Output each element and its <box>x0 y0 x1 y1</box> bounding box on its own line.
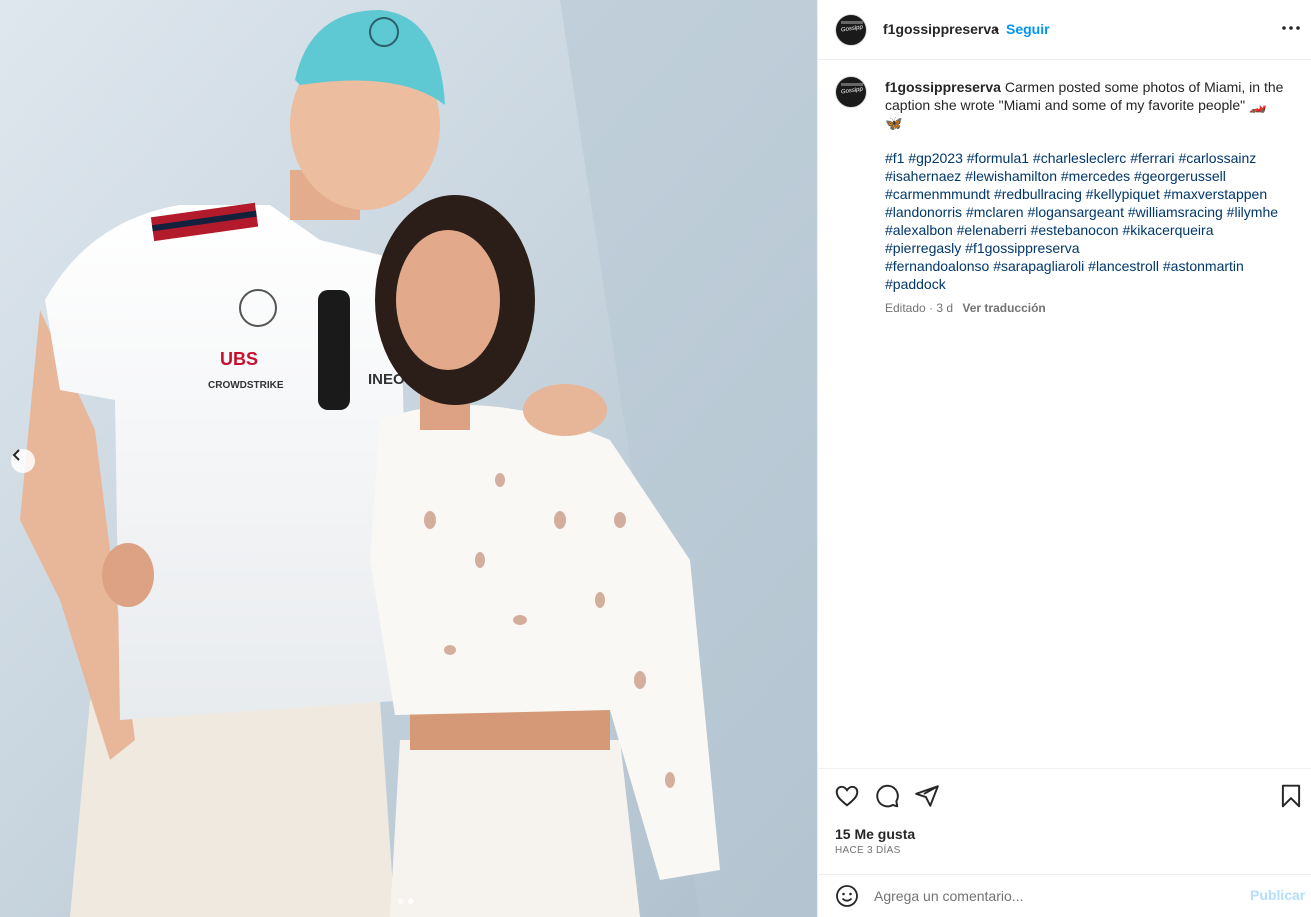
hashtag-link[interactable]: #astonmartin <box>1163 258 1244 274</box>
avatar[interactable]: Gossipp <box>835 14 867 46</box>
carousel-dot <box>398 898 404 904</box>
hashtag-link[interactable]: #f1gossippreserva <box>965 240 1079 256</box>
hashtag-link[interactable]: #sarapagliaroli <box>993 258 1084 274</box>
emoji-button[interactable] <box>835 884 859 908</box>
likes-count[interactable]: 15 Me gusta <box>835 826 915 842</box>
hashtag-link[interactable]: #fernandoalonso <box>885 258 989 274</box>
hashtag-link[interactable]: #logansargeant <box>1027 204 1124 220</box>
post-details-panel: Gossipp f1gossippreserva • Seguir Gossip… <box>817 0 1311 917</box>
like-button[interactable] <box>834 783 860 809</box>
hashtag-link[interactable]: #gp2023 <box>908 150 963 166</box>
edited-label: Editado · 3 d <box>885 301 954 315</box>
hashtag-link[interactable]: #formula1 <box>967 150 1029 166</box>
hashtag-link[interactable]: #kellypiquet <box>1086 186 1160 202</box>
carousel-prev-button[interactable] <box>11 449 35 473</box>
avatar-text: Gossipp <box>840 24 864 34</box>
more-options-button[interactable] <box>1280 16 1302 40</box>
hashtag-link[interactable]: #estebanocon <box>1031 222 1119 238</box>
hashtag-link[interactable]: #isahernaez <box>885 168 961 184</box>
post-header: Gossipp f1gossippreserva • Seguir <box>818 0 1311 60</box>
caption-text: f1gossippreserva Carmen posted some phot… <box>885 78 1285 132</box>
comment-bar: Publicar <box>818 874 1311 917</box>
hashtag-link[interactable]: #maxverstappen <box>1164 186 1268 202</box>
save-button[interactable] <box>1278 783 1304 809</box>
bookmark-icon <box>1281 784 1301 808</box>
chevron-left-icon <box>12 449 20 461</box>
publish-button[interactable]: Publicar <box>1250 887 1305 903</box>
heart-icon <box>835 785 859 807</box>
caption-username[interactable]: f1gossippreserva <box>885 79 1001 95</box>
hashtag-link[interactable]: #alexalbon <box>885 222 953 238</box>
hashtag-link[interactable]: #carmenmmundt <box>885 186 990 202</box>
hashtag-link[interactable]: #lilymhe <box>1227 204 1278 220</box>
hashtag-link[interactable]: #mclaren <box>966 204 1024 220</box>
hashtag-link[interactable]: #lewishamilton <box>965 168 1057 184</box>
post-username[interactable]: f1gossippreserva <box>883 21 999 37</box>
header-separator: • <box>994 21 999 37</box>
hashtag-link[interactable]: #williamsracing <box>1128 204 1223 220</box>
comment-button[interactable] <box>874 783 900 809</box>
comment-input[interactable] <box>874 885 1234 907</box>
avatar-decoration <box>841 83 863 86</box>
hashtag-link[interactable]: #georgerussell <box>1134 168 1226 184</box>
avatar-text: Gossipp <box>840 86 864 96</box>
post-photo[interactable]: UBS CROWDSTRIKE INEOS <box>0 0 817 917</box>
svg-text:CROWDSTRIKE: CROWDSTRIKE <box>208 380 284 391</box>
caption-meta: Editado · 3 d Ver traducción <box>885 301 1046 315</box>
hashtag-link[interactable]: #pierregasly <box>885 240 961 256</box>
svg-text:UBS: UBS <box>220 349 258 369</box>
caption-section: Gossipp f1gossippreserva Carmen posted s… <box>818 60 1311 768</box>
hashtag-link[interactable]: #lancestroll <box>1088 258 1159 274</box>
carousel-indicator <box>398 898 414 904</box>
photo-illustration: UBS CROWDSTRIKE INEOS <box>0 0 817 917</box>
share-icon <box>915 785 939 807</box>
carousel-dot-active <box>408 898 414 904</box>
hashtag-link[interactable]: #kikacerqueira <box>1122 222 1213 238</box>
hashtag-link[interactable]: #f1 <box>885 150 904 166</box>
hashtag-link[interactable]: #landonorris <box>885 204 962 220</box>
follow-button[interactable]: Seguir <box>1006 21 1050 37</box>
hashtag-link[interactable]: #charlesleclerc <box>1033 150 1126 166</box>
more-horizontal-icon <box>1282 26 1300 30</box>
hashtag-link[interactable]: #ferrari <box>1130 150 1174 166</box>
hashtag-list: #f1 #gp2023 #formula1 #charlesleclerc #f… <box>885 149 1295 293</box>
emoji-icon <box>836 885 858 907</box>
post-timestamp[interactable]: HACE 3 DÍAS <box>835 845 901 856</box>
share-button[interactable] <box>914 783 940 809</box>
hashtag-link[interactable]: #mercedes <box>1061 168 1130 184</box>
action-bar: 15 Me gusta HACE 3 DÍAS <box>818 768 1311 878</box>
hashtag-link[interactable]: #redbullracing <box>994 186 1082 202</box>
hashtag-link[interactable]: #paddock <box>885 276 946 292</box>
hashtag-link[interactable]: #carlossainz <box>1178 150 1256 166</box>
hashtag-link[interactable]: #elenaberri <box>957 222 1027 238</box>
translate-button[interactable]: Ver traducción <box>962 301 1045 315</box>
comment-icon <box>876 784 899 808</box>
caption-avatar[interactable]: Gossipp <box>835 76 867 108</box>
avatar-decoration <box>841 21 863 24</box>
